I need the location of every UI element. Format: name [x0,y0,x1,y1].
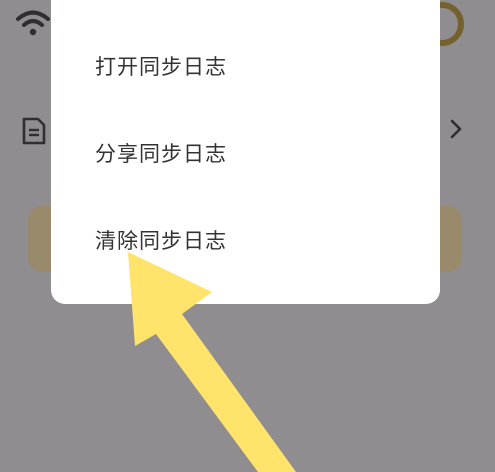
menu-item-open-sync-log[interactable]: 打开同步日志 [95,41,227,93]
menu-item-clear-sync-log[interactable]: 清除同步日志 [95,215,227,267]
menu-item-share-sync-log[interactable]: 分享同步日志 [95,128,227,180]
wifi-icon [16,10,50,36]
document-icon [22,117,46,145]
chevron-right-icon[interactable] [446,118,466,140]
sync-log-menu: 打开同步日志 分享同步日志 清除同步日志 [51,0,440,304]
